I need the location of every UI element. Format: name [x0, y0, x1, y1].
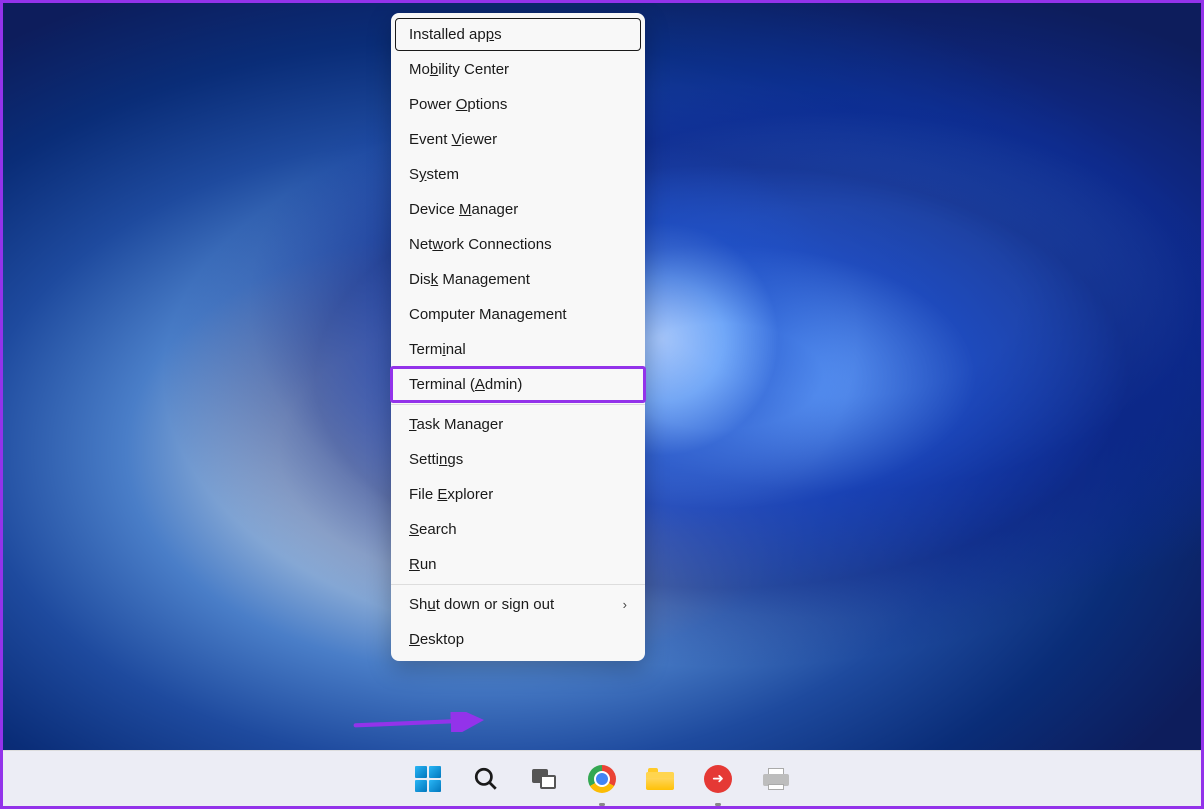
menu-item-label: Terminal	[409, 341, 466, 358]
menu-item-label: Event Viewer	[409, 131, 497, 148]
printer-app[interactable]	[755, 758, 797, 800]
chevron-right-icon: ›	[623, 597, 627, 612]
red-app[interactable]: ➜	[697, 758, 739, 800]
menu-item-label: Computer Management	[409, 306, 567, 323]
menu-item-installed-apps[interactable]: Installed apps	[395, 18, 641, 51]
taskbar: ➜	[3, 750, 1201, 806]
menu-item-shut-down-or-sign-out[interactable]: Shut down or sign out ›	[391, 587, 645, 622]
red-app-icon: ➜	[704, 765, 732, 793]
menu-item-power-options[interactable]: Power Options	[391, 87, 645, 122]
annotation-arrow	[339, 712, 499, 732]
menu-item-label: File Explorer	[409, 486, 493, 503]
menu-item-label: Terminal (Admin)	[409, 376, 522, 393]
menu-item-disk-management[interactable]: Disk Management	[391, 262, 645, 297]
menu-item-task-manager[interactable]: Task Manager	[391, 407, 645, 442]
menu-item-label: System	[409, 166, 459, 183]
menu-separator	[391, 404, 645, 405]
menu-item-label: Search	[409, 521, 457, 538]
start-button[interactable]	[407, 758, 449, 800]
menu-item-label: Desktop	[409, 631, 464, 648]
menu-item-label: Task Manager	[409, 416, 503, 433]
menu-item-search[interactable]: Search	[391, 512, 645, 547]
file-explorer-app[interactable]	[639, 758, 681, 800]
menu-item-label: Installed apps	[409, 26, 502, 43]
windows-logo-icon	[415, 766, 441, 792]
taskview-button[interactable]	[523, 758, 565, 800]
folder-icon	[646, 768, 674, 790]
menu-item-label: Network Connections	[409, 236, 552, 253]
menu-item-network-connections[interactable]: Network Connections	[391, 227, 645, 262]
menu-item-mobility-center[interactable]: Mobility Center	[391, 52, 645, 87]
menu-item-label: Run	[409, 556, 437, 573]
desktop-wallpaper: Installed apps Mobility Center Power Optio…	[3, 3, 1201, 750]
printer-icon	[763, 768, 789, 790]
menu-item-label: Power Options	[409, 96, 507, 113]
menu-item-label: Device Manager	[409, 201, 518, 218]
menu-item-terminal[interactable]: Terminal	[391, 332, 645, 367]
search-icon	[473, 766, 499, 792]
menu-item-settings[interactable]: Settings	[391, 442, 645, 477]
winx-context-menu: Installed apps Mobility Center Power Optio…	[391, 13, 645, 661]
chrome-app[interactable]	[581, 758, 623, 800]
menu-separator	[391, 584, 645, 585]
menu-item-event-viewer[interactable]: Event Viewer	[391, 122, 645, 157]
menu-item-label: Disk Management	[409, 271, 530, 288]
menu-item-label: Settings	[409, 451, 463, 468]
menu-item-terminal-admin-[interactable]: Terminal (Admin)	[391, 367, 645, 402]
menu-item-device-manager[interactable]: Device Manager	[391, 192, 645, 227]
menu-item-label: Mobility Center	[409, 61, 509, 78]
taskview-icon	[532, 769, 556, 789]
menu-item-desktop[interactable]: Desktop	[391, 622, 645, 657]
chrome-icon	[588, 765, 616, 793]
menu-item-label: Shut down or sign out	[409, 596, 554, 613]
search-button[interactable]	[465, 758, 507, 800]
menu-item-file-explorer[interactable]: File Explorer	[391, 477, 645, 512]
menu-item-system[interactable]: System	[391, 157, 645, 192]
menu-item-run[interactable]: Run	[391, 547, 645, 582]
menu-item-computer-management[interactable]: Computer Management	[391, 297, 645, 332]
